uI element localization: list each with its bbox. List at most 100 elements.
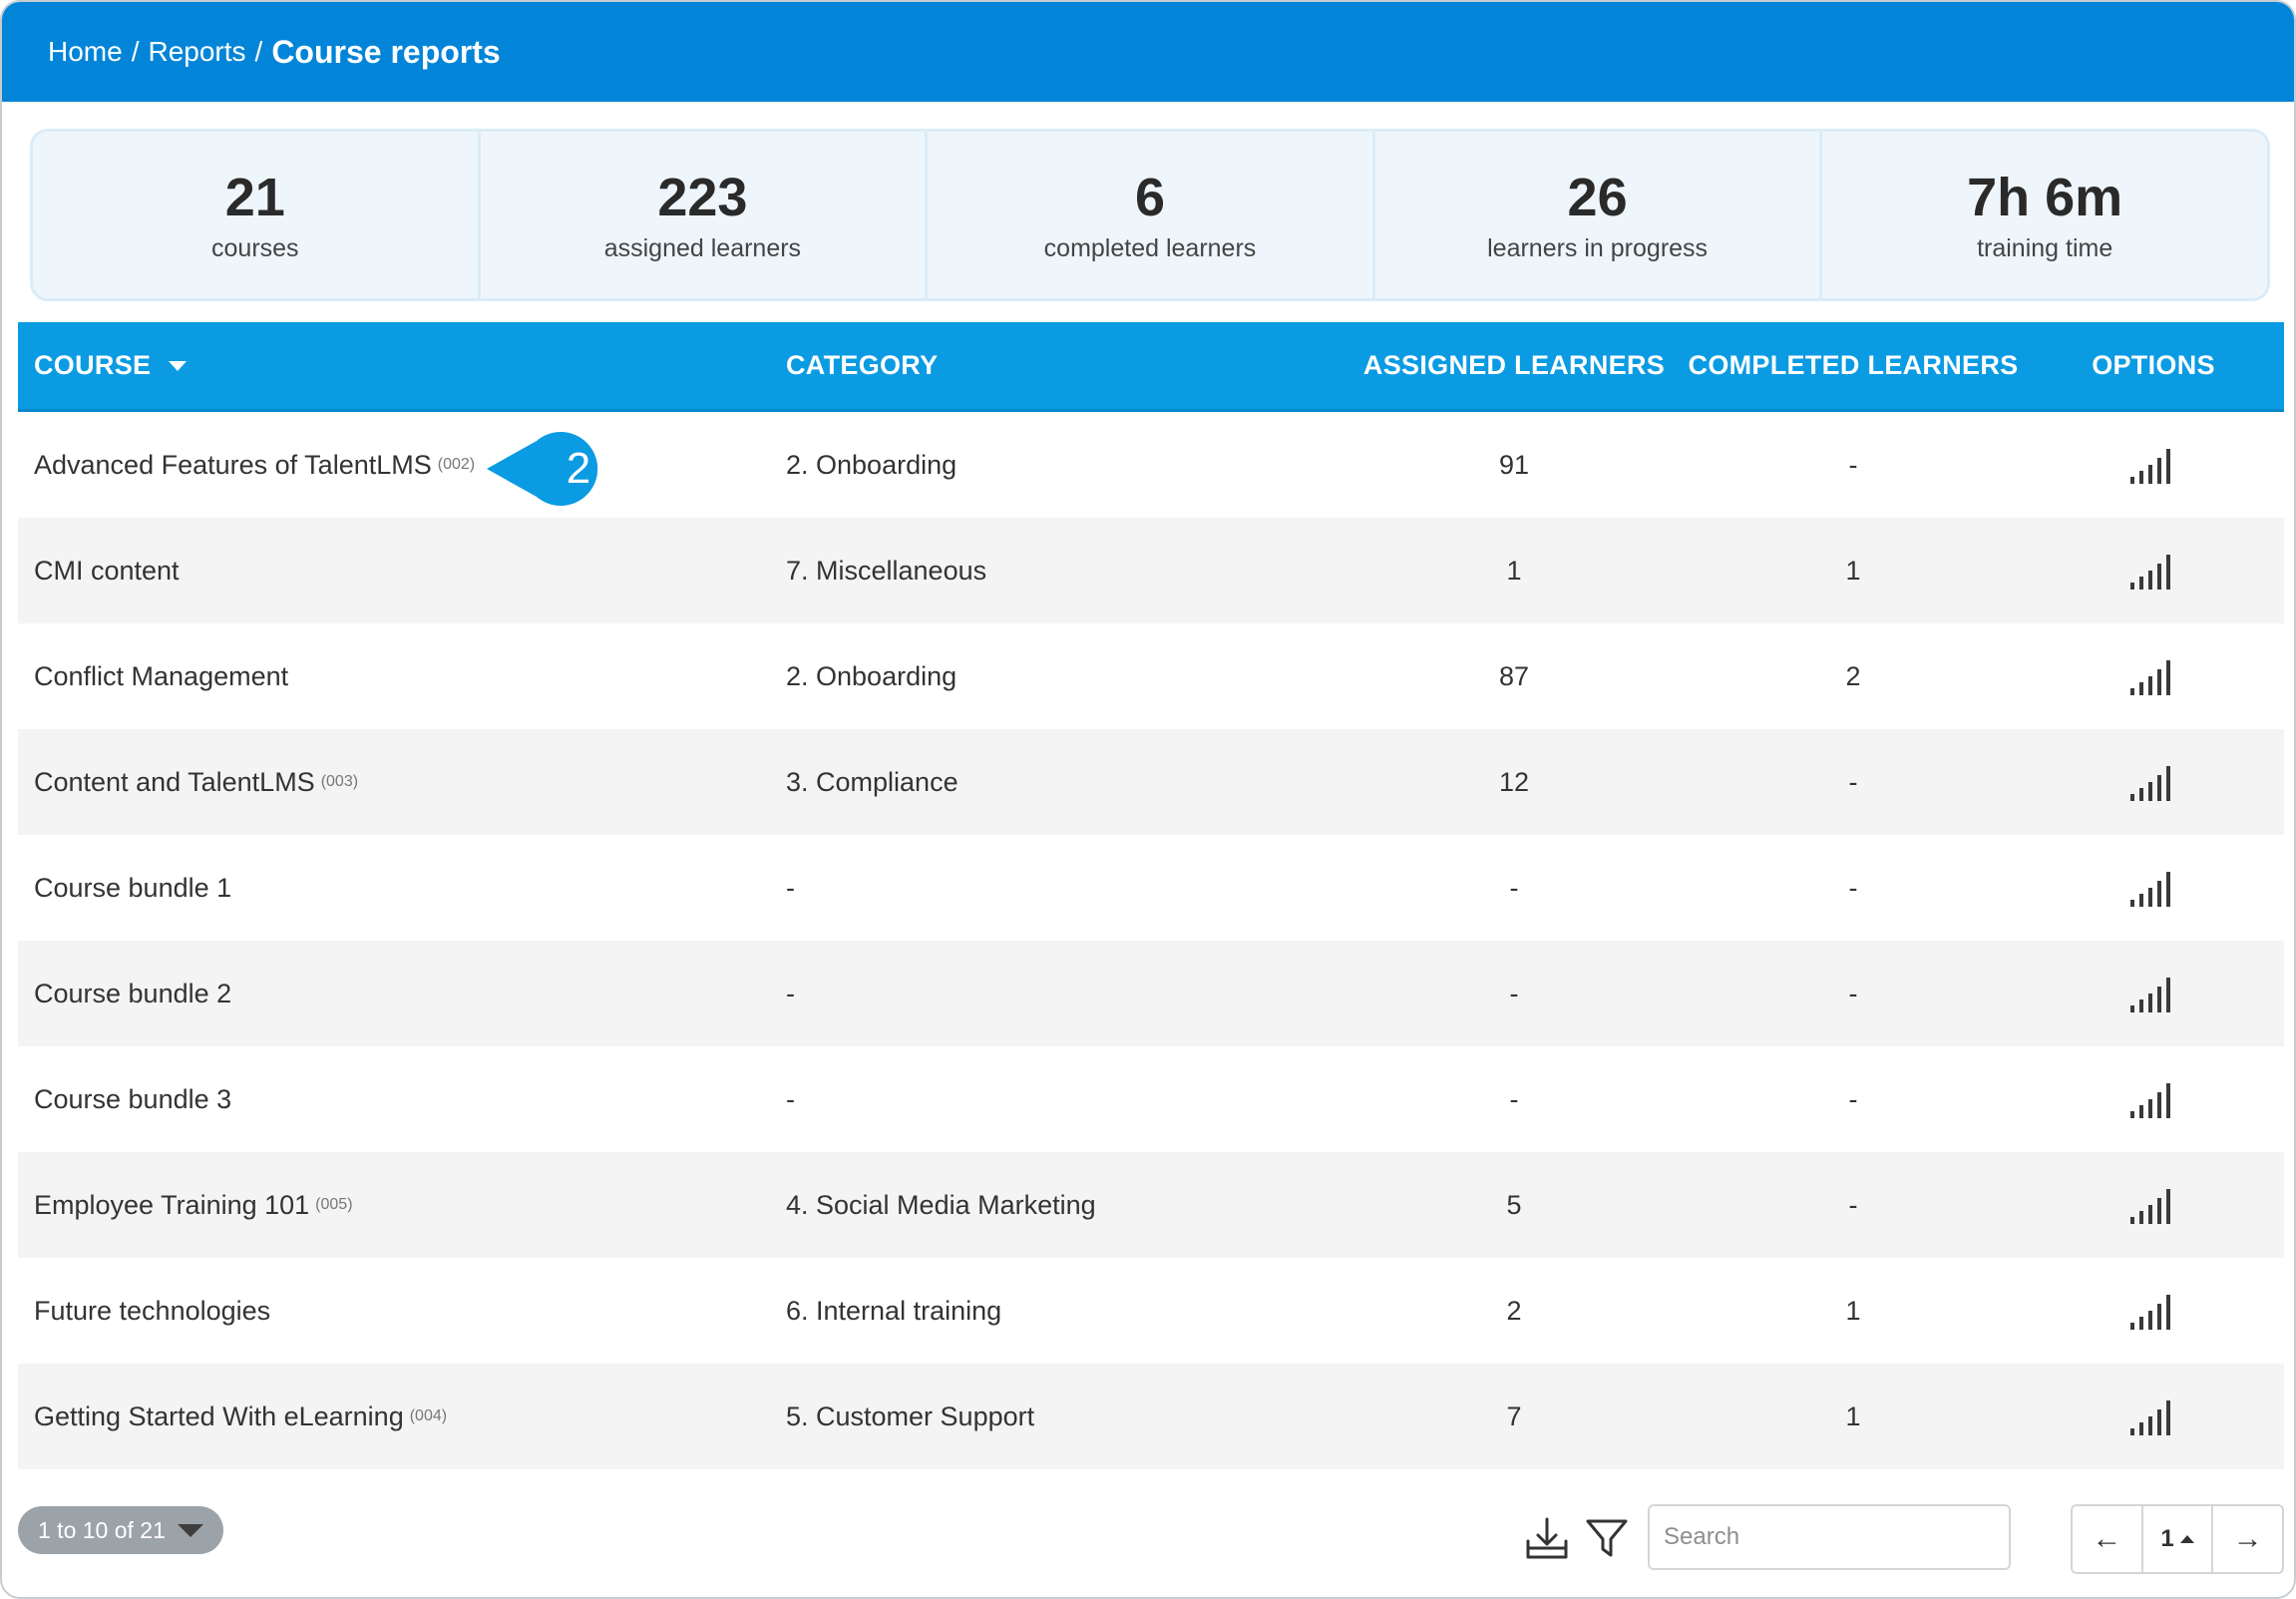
page-size-dropdown[interactable]: 1 to 10 of 21 <box>18 1506 223 1554</box>
course-name[interactable]: Content and TalentLMS <box>34 767 315 798</box>
pagination: ← 1 → <box>2071 1504 2284 1574</box>
reports-bars-icon[interactable] <box>2130 446 2176 484</box>
reports-bars-icon[interactable] <box>2130 869 2176 907</box>
stat-label: completed learners <box>1043 234 1257 262</box>
category-cell: 7. Miscellaneous <box>786 555 987 586</box>
stat-courses: 21 courses <box>33 132 481 298</box>
filter-icon[interactable] <box>1584 1515 1630 1561</box>
reports-bars-icon[interactable] <box>2130 552 2176 590</box>
course-cell[interactable]: Employee Training 101 (005) <box>18 1190 786 1221</box>
table-row: Course bundle 1 - - - <box>18 835 2284 941</box>
category-cell: 2. Onboarding <box>786 660 957 691</box>
table-row: Content and TalentLMS (003) 3. Complianc… <box>18 729 2284 835</box>
stat-training-time: 7h 6m training time <box>1822 132 2267 298</box>
course-name[interactable]: Future technologies <box>34 1296 270 1327</box>
options-cell <box>2023 552 2284 590</box>
category-cell: - <box>786 872 795 903</box>
table-row: Course bundle 2 - - - <box>18 941 2284 1046</box>
column-header-completed[interactable]: COMPLETED LEARNERS <box>1684 350 2023 381</box>
reports-bars-icon[interactable] <box>2130 763 2176 801</box>
breadcrumb-separator: / <box>131 36 140 67</box>
page-selector[interactable]: 1 <box>2140 1506 2212 1572</box>
course-cell[interactable]: Future technologies <box>18 1296 786 1327</box>
course-cell[interactable]: Course bundle 3 <box>18 1084 786 1115</box>
breadcrumb-reports[interactable]: Reports <box>148 36 245 68</box>
course-cell[interactable]: Course bundle 1 <box>18 873 786 904</box>
completed-cell: - <box>1848 872 1858 903</box>
course-name[interactable]: Conflict Management <box>34 661 288 692</box>
course-cell[interactable]: Content and TalentLMS (003) <box>18 767 786 798</box>
options-cell <box>2023 763 2284 801</box>
options-cell <box>2023 657 2284 695</box>
category-cell: 3. Compliance <box>786 766 958 797</box>
options-cell <box>2023 1186 2284 1224</box>
category-cell: - <box>786 1083 795 1114</box>
prev-page-button[interactable]: ← <box>2073 1506 2141 1572</box>
category-cell: 2. Onboarding <box>786 449 957 480</box>
reports-bars-icon[interactable] <box>2130 1080 2176 1118</box>
page-count-label: 1 to 10 of 21 <box>38 1517 166 1543</box>
completed-cell: 2 <box>1845 660 1861 691</box>
current-page: 1 <box>2160 1525 2174 1552</box>
course-name[interactable]: Course bundle 1 <box>34 873 231 904</box>
course-name[interactable]: CMI content <box>34 556 180 587</box>
assigned-cell: 7 <box>1506 1400 1522 1431</box>
reports-bars-icon[interactable] <box>2130 1398 2176 1435</box>
course-cell[interactable]: Advanced Features of TalentLMS (002) <box>18 450 786 481</box>
search-input[interactable] <box>1648 1504 2011 1570</box>
course-name[interactable]: Advanced Features of TalentLMS <box>34 450 432 481</box>
table-row: Employee Training 101 (005) 4. Social Me… <box>18 1152 2284 1258</box>
stat-value: 21 <box>224 168 285 227</box>
column-header-assigned[interactable]: ASSIGNED LEARNERS <box>1344 350 1684 381</box>
caret-up-icon <box>2179 1535 2194 1543</box>
course-cell[interactable]: CMI content <box>18 556 786 587</box>
course-name[interactable]: Employee Training 101 <box>34 1190 309 1221</box>
course-cell[interactable]: Conflict Management <box>18 661 786 692</box>
assigned-cell: 12 <box>1498 766 1530 797</box>
course-table: COURSE CATEGORY ASSIGNED LEARNERS COMPLE… <box>18 322 2284 1469</box>
course-name[interactable]: Getting Started With eLearning <box>34 1401 404 1432</box>
course-name[interactable]: Course bundle 3 <box>34 1084 231 1115</box>
assigned-cell: - <box>1509 1083 1519 1114</box>
reports-bars-icon[interactable] <box>2130 1186 2176 1224</box>
stat-value: 26 <box>1567 168 1628 227</box>
reports-bars-icon[interactable] <box>2130 975 2176 1012</box>
next-page-button[interactable]: → <box>2211 1506 2282 1572</box>
download-icon[interactable] <box>1524 1515 1570 1561</box>
column-header-category[interactable]: CATEGORY <box>786 350 1344 381</box>
completed-cell: - <box>1848 449 1858 480</box>
column-header-options: OPTIONS <box>2092 350 2215 380</box>
completed-cell: 1 <box>1845 555 1861 586</box>
category-cell: - <box>786 978 795 1008</box>
column-header-label: COURSE <box>34 350 152 380</box>
reports-bars-icon[interactable] <box>2130 657 2176 695</box>
table-row: Course bundle 3 - - - <box>18 1046 2284 1152</box>
column-header-course[interactable]: COURSE <box>18 350 786 381</box>
course-name[interactable]: Course bundle 2 <box>34 979 231 1009</box>
table-row: Getting Started With eLearning (004) 5. … <box>18 1364 2284 1469</box>
app-window: Home / Reports / Course reports 21 cours… <box>0 0 2296 1599</box>
options-cell <box>2023 869 2284 907</box>
course-code: (003) <box>320 773 359 790</box>
course-cell[interactable]: Course bundle 2 <box>18 979 786 1009</box>
category-cell: 5. Customer Support <box>786 1400 1035 1431</box>
course-code: (005) <box>315 1196 353 1213</box>
assigned-cell: 87 <box>1498 660 1530 691</box>
category-cell: 6. Internal training <box>786 1295 1002 1326</box>
breadcrumb-separator: / <box>254 36 263 67</box>
reports-bars-icon[interactable] <box>2130 1292 2176 1330</box>
stat-completed-learners: 6 completed learners <box>928 132 1375 298</box>
course-code: (002) <box>437 456 476 473</box>
stat-learners-in-progress: 26 learners in progress <box>1375 132 1823 298</box>
category-cell: 4. Social Media Marketing <box>786 1189 1096 1220</box>
assigned-cell: - <box>1509 872 1519 903</box>
table-footer: 1 to 10 of 21 ← 1 → <box>18 1503 2284 1574</box>
stat-value: 223 <box>657 168 748 227</box>
stat-value: 6 <box>1134 168 1165 227</box>
breadcrumb-home[interactable]: Home <box>48 36 123 68</box>
options-cell <box>2023 446 2284 484</box>
table-row: CMI content 7. Miscellaneous 1 1 <box>18 518 2284 623</box>
sort-down-icon[interactable] <box>169 360 188 371</box>
course-cell[interactable]: Getting Started With eLearning (004) <box>18 1401 786 1432</box>
stat-label: training time <box>1977 234 2113 262</box>
